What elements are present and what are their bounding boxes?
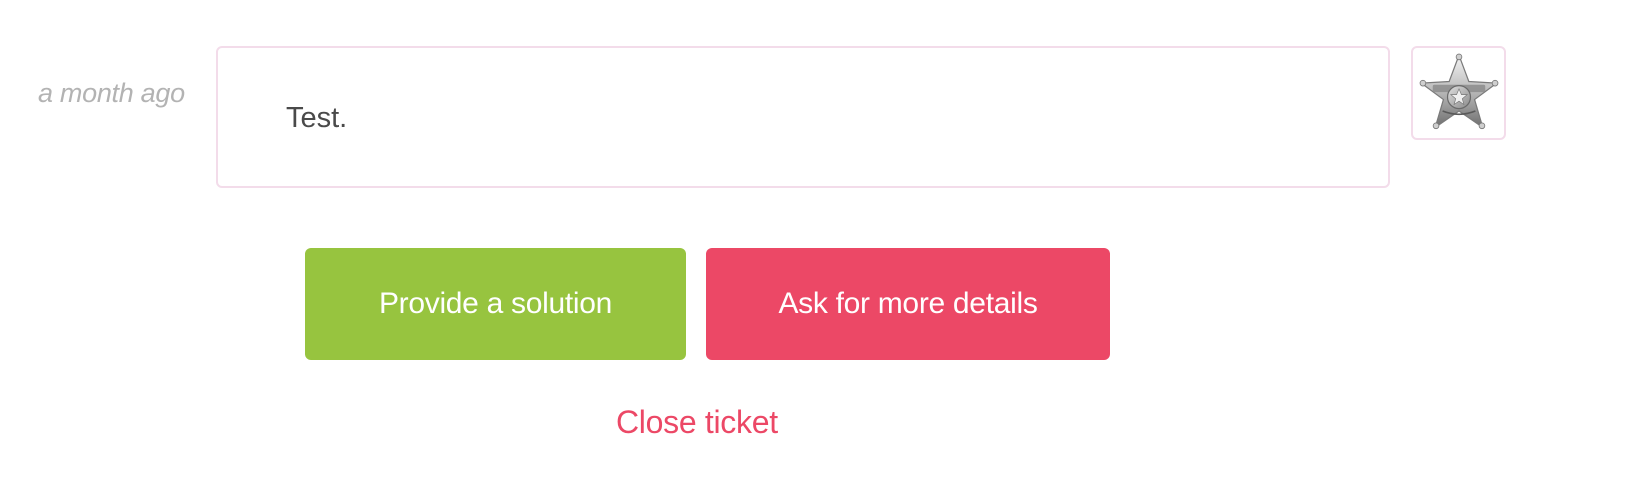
message-bubble: Test. [216,46,1390,188]
message-timestamp: a month ago [38,78,185,108]
provide-solution-button[interactable]: Provide a solution [305,248,686,360]
sheriff-star-badge-icon [1419,53,1498,130]
ticket-conversation: a month ago Test. Provide a solution Ask… [0,0,1644,478]
ask-for-details-button[interactable]: Ask for more details [706,248,1110,360]
message-text: Test. [286,102,348,134]
close-ticket-link[interactable]: Close ticket [616,404,778,441]
avatar [1411,46,1506,140]
